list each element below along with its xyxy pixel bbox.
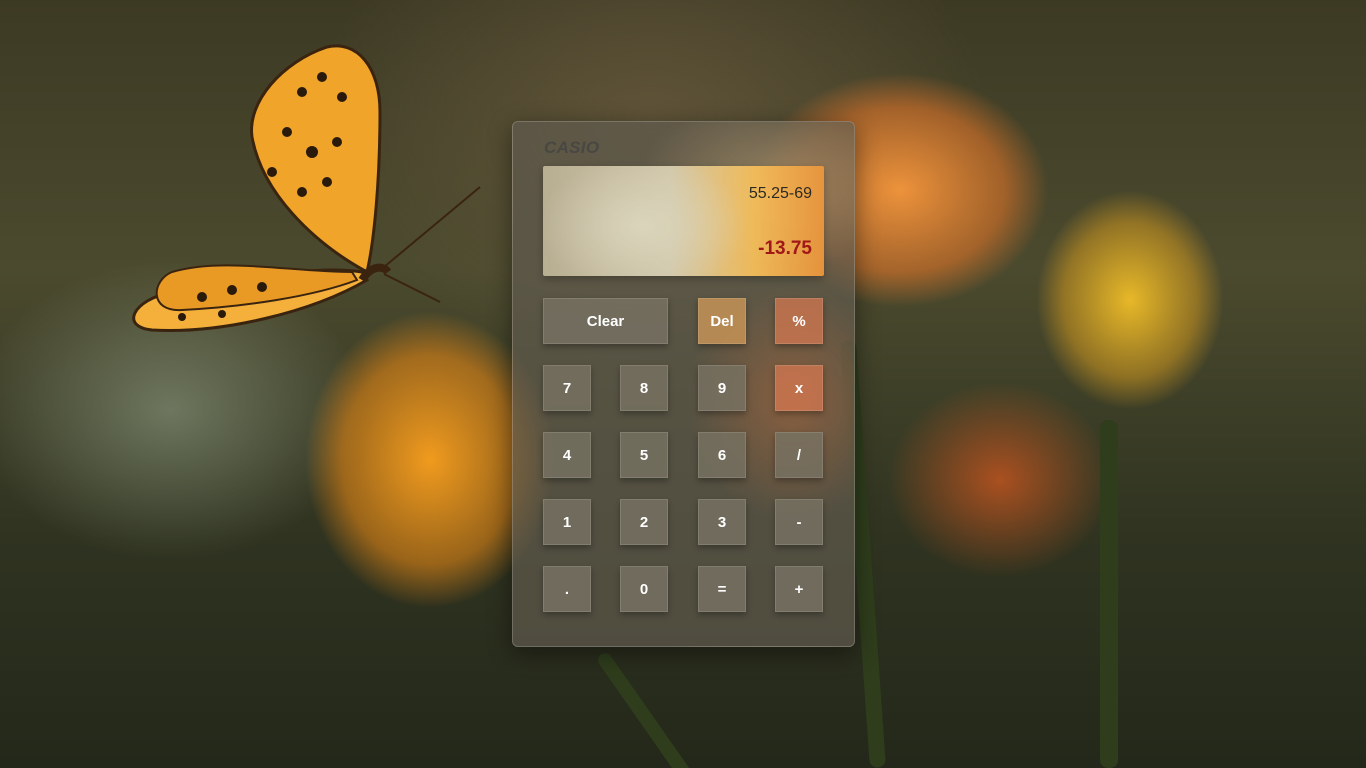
digit-5-button[interactable]: 5 (620, 432, 668, 478)
calculator-display: 55.25-69 -13.75 (543, 166, 824, 276)
result-text: -13.75 (758, 238, 812, 259)
digit-7-button[interactable]: 7 (543, 365, 591, 411)
plus-button[interactable]: + (775, 566, 823, 612)
digit-2-button[interactable]: 2 (620, 499, 668, 545)
expression-text: 55.25-69 (748, 185, 812, 202)
percent-button[interactable]: % (775, 298, 823, 344)
delete-button[interactable]: Del (698, 298, 746, 344)
minus-button[interactable]: - (775, 499, 823, 545)
digit-3-button[interactable]: 3 (698, 499, 746, 545)
flower-stem (595, 650, 699, 768)
calculator-panel: CASIO 55.25-69 -13.75 Clear Del % 7 8 9 … (512, 121, 855, 647)
butterfly-icon (132, 44, 481, 332)
digit-6-button[interactable]: 6 (698, 432, 746, 478)
equals-button[interactable]: = (698, 566, 746, 612)
digit-9-button[interactable]: 9 (698, 365, 746, 411)
digit-0-button[interactable]: 0 (620, 566, 668, 612)
brand-logo: CASIO (544, 138, 600, 157)
divide-button[interactable]: / (775, 432, 823, 478)
decimal-button[interactable]: . (543, 566, 591, 612)
clear-button[interactable]: Clear (543, 298, 668, 344)
digit-4-button[interactable]: 4 (543, 432, 591, 478)
digit-1-button[interactable]: 1 (543, 499, 591, 545)
flower-stem (1100, 420, 1118, 768)
multiply-button[interactable]: x (775, 365, 823, 411)
digit-8-button[interactable]: 8 (620, 365, 668, 411)
